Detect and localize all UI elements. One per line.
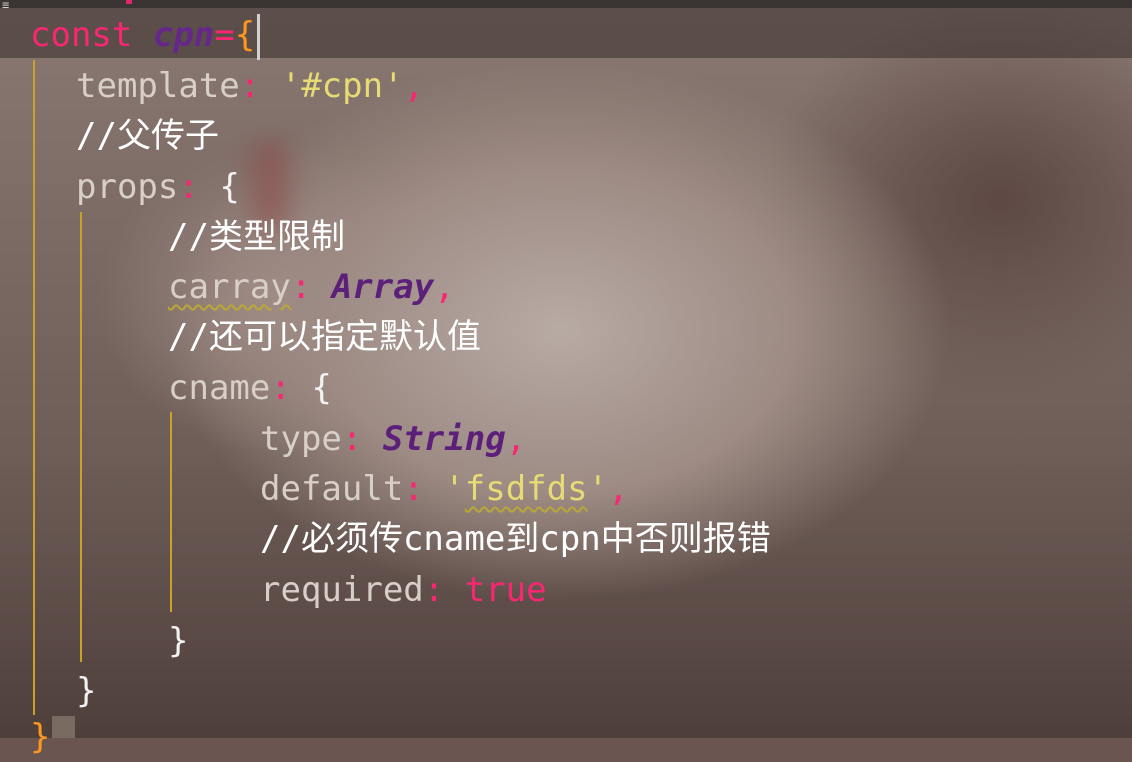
code-line-13[interactable]: }	[168, 616, 188, 666]
open-brace: {	[311, 368, 332, 408]
boolean-value: true	[464, 570, 547, 610]
colon: :	[403, 469, 424, 509]
property-key: default	[260, 469, 404, 509]
code-line-12[interactable]: required: true	[260, 565, 547, 615]
colon: :	[423, 570, 445, 610]
quote-close: '	[587, 469, 609, 509]
comma: ,	[505, 419, 527, 459]
code-line-10[interactable]: default: 'fsdfds',	[260, 464, 629, 514]
open-brace: {	[219, 167, 240, 207]
variable-name: cpn	[152, 15, 215, 55]
property-key: template	[76, 66, 240, 106]
property-key: required	[260, 570, 424, 610]
type-value: String	[382, 419, 506, 459]
comma: ,	[403, 66, 425, 106]
colon: :	[290, 267, 312, 307]
editor-top-strip	[0, 0, 1132, 8]
code-line-2[interactable]: template: '#cpn',	[76, 61, 424, 111]
string-value-warning: fsdfds	[464, 469, 588, 509]
code-line-8[interactable]: cname: {	[168, 363, 332, 413]
comma: ,	[608, 469, 629, 509]
comment: //还可以指定默认值	[168, 317, 481, 357]
close-brace: }	[76, 671, 97, 711]
colon: :	[239, 66, 261, 106]
comment: //必须传cname到cpn中否则报错	[260, 519, 771, 559]
colon: :	[341, 419, 363, 459]
code-line-4[interactable]: props: {	[76, 162, 240, 212]
assign-operator: =	[214, 15, 235, 55]
comma: ,	[434, 267, 455, 307]
code-line-15[interactable]: }	[30, 712, 50, 762]
property-key-warning: carray	[168, 267, 291, 307]
colon: :	[178, 167, 199, 207]
matching-bracket-highlight	[52, 716, 75, 738]
indent-guide-level-1	[33, 60, 35, 715]
close-brace: }	[168, 621, 189, 661]
code-line-3[interactable]: //父传子	[76, 111, 219, 161]
close-brace: }	[30, 717, 51, 757]
code-line-5[interactable]: //类型限制	[168, 212, 345, 262]
code-line-7[interactable]: //还可以指定默认值	[168, 312, 481, 362]
property-key: cname	[168, 368, 271, 408]
code-line-11[interactable]: //必须传cname到cpn中否则报错	[260, 514, 771, 564]
indent-guide-level-2	[80, 212, 82, 662]
keyword-const: const	[30, 15, 133, 55]
code-line-1[interactable]: const cpn={	[30, 10, 261, 60]
code-line-14[interactable]: }	[76, 666, 96, 716]
property-key: type	[260, 419, 342, 459]
string-value: '#cpn'	[280, 66, 404, 106]
text-cursor	[257, 13, 261, 60]
property-key: props	[76, 167, 179, 207]
previous-line-marker	[126, 0, 132, 4]
colon: :	[270, 368, 291, 408]
code-line-9[interactable]: type: String,	[260, 414, 526, 464]
code-line-6[interactable]: carray: Array,	[168, 262, 455, 312]
indent-guide-level-3	[170, 412, 172, 612]
quote-open: '	[444, 469, 465, 509]
comment: //类型限制	[168, 217, 345, 257]
comment: //父传子	[76, 116, 219, 156]
open-brace: {	[234, 15, 256, 55]
type-value: Array	[331, 267, 435, 307]
